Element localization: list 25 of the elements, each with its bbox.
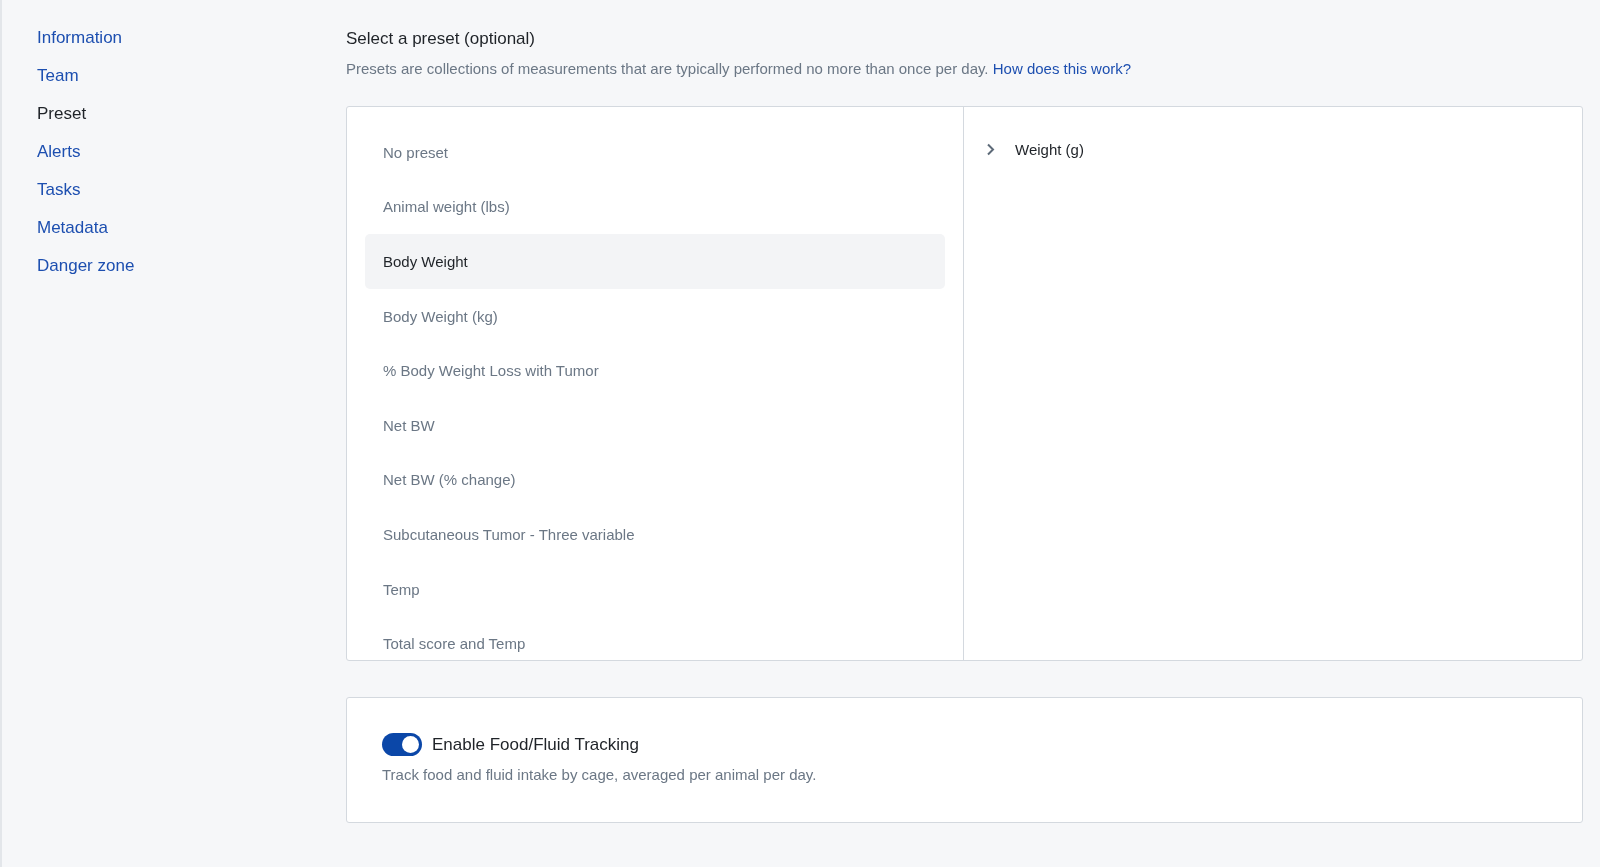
section-description: Presets are collections of measurements that are typically performed no more than once per day. How does this work? [346, 59, 1133, 79]
sidebar-item[interactable]: Preset [37, 102, 87, 125]
help-link[interactable]: How does this work? [992, 60, 1132, 77]
toggle-description: Track food and fluid intake by cage, averaged per animal per day. [382, 766, 818, 783]
measurement-label: Weight (g) [1015, 141, 1084, 158]
sidebar-item[interactable]: Tasks [37, 178, 81, 201]
chevron-right-icon[interactable] [986, 143, 995, 156]
sidebar-item[interactable]: Alerts [37, 140, 81, 163]
preset-option[interactable]: Total score and Temp [365, 616, 945, 660]
preset-option[interactable]: Net BW (% change) [365, 452, 945, 508]
toggle-label: Enable Food/Fluid Tracking [432, 734, 639, 755]
preset-option[interactable]: Subcutaneous Tumor - Three variable [365, 507, 945, 562]
sidebar-item[interactable]: Metadata [37, 216, 108, 239]
preset-option[interactable]: Temp [365, 561, 945, 617]
sidebar-item[interactable]: Information [37, 26, 123, 49]
sidebar-item[interactable]: Danger zone [37, 254, 135, 277]
toggle-switch[interactable] [382, 733, 422, 756]
preset-option[interactable]: Animal weight (lbs) [365, 179, 945, 235]
preset-option[interactable]: Body Weight (kg) [365, 288, 945, 344]
preset-option[interactable]: % Body Weight Loss with Tumor [365, 343, 945, 398]
sidebar-item[interactable]: Team [37, 64, 79, 87]
preset-option[interactable]: Body Weight [365, 234, 945, 289]
preset-option[interactable]: Net BW [365, 397, 945, 453]
section-title: Select a preset (optional) [346, 28, 536, 50]
preset-option[interactable]: No preset [365, 125, 945, 180]
